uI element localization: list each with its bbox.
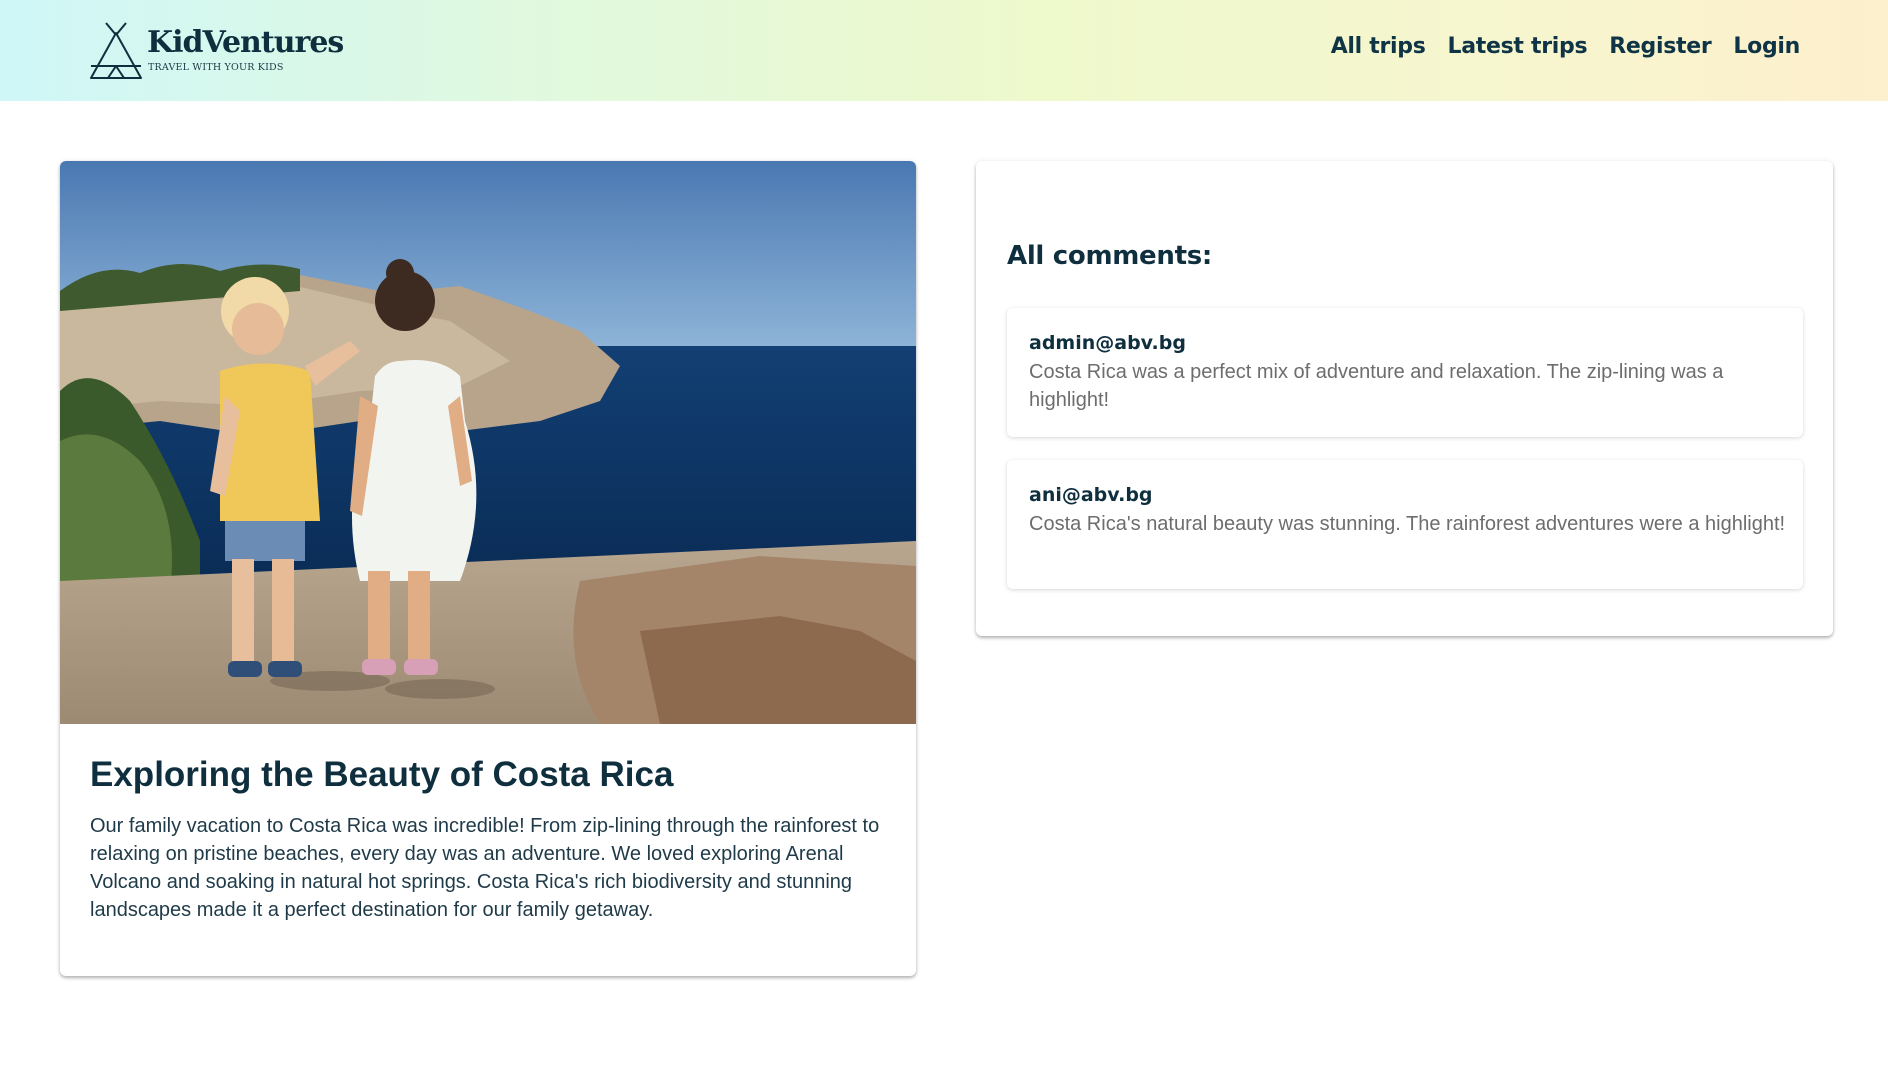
site-header: KidVentures TRAVEL WITH YOUR KIDS All tr… [0, 0, 1888, 101]
comments-heading: All comments: [1007, 241, 1213, 271]
nav-login[interactable]: Login [1733, 34, 1800, 59]
nav-all-trips[interactable]: All trips [1331, 34, 1426, 59]
comment-text: Costa Rica's natural beauty was stunning… [1029, 513, 1786, 535]
trip-description: Our family vacation to Costa Rica was in… [90, 815, 880, 921]
comment-item: admin@abv.bg Costa Rica was a perfect mi… [1007, 308, 1803, 437]
brand-name: KidVentures [147, 25, 344, 60]
comment-author: ani@abv.bg [1029, 484, 1153, 506]
teepee-icon [90, 22, 142, 79]
trip-details-card: Exploring the Beauty of Costa Rica Our f… [60, 161, 916, 976]
comment-item: ani@abv.bg Costa Rica's natural beauty w… [1007, 460, 1803, 589]
main-nav: All trips Latest trips Register Login [1331, 34, 1801, 59]
comment-text: Costa Rica was a perfect mix of adventur… [1029, 361, 1724, 411]
comment-author: admin@abv.bg [1029, 332, 1186, 354]
nav-latest-trips[interactable]: Latest trips [1448, 34, 1588, 59]
brand-tagline: TRAVEL WITH YOUR KIDS [148, 62, 284, 73]
nav-register[interactable]: Register [1609, 34, 1711, 59]
trip-title: Exploring the Beauty of Costa Rica [90, 755, 674, 794]
comments-section: All comments: admin@abv.bg Costa Rica wa… [976, 161, 1833, 636]
brand-logo[interactable]: KidVentures TRAVEL WITH YOUR KIDS [89, 21, 344, 81]
trip-image [60, 161, 916, 724]
